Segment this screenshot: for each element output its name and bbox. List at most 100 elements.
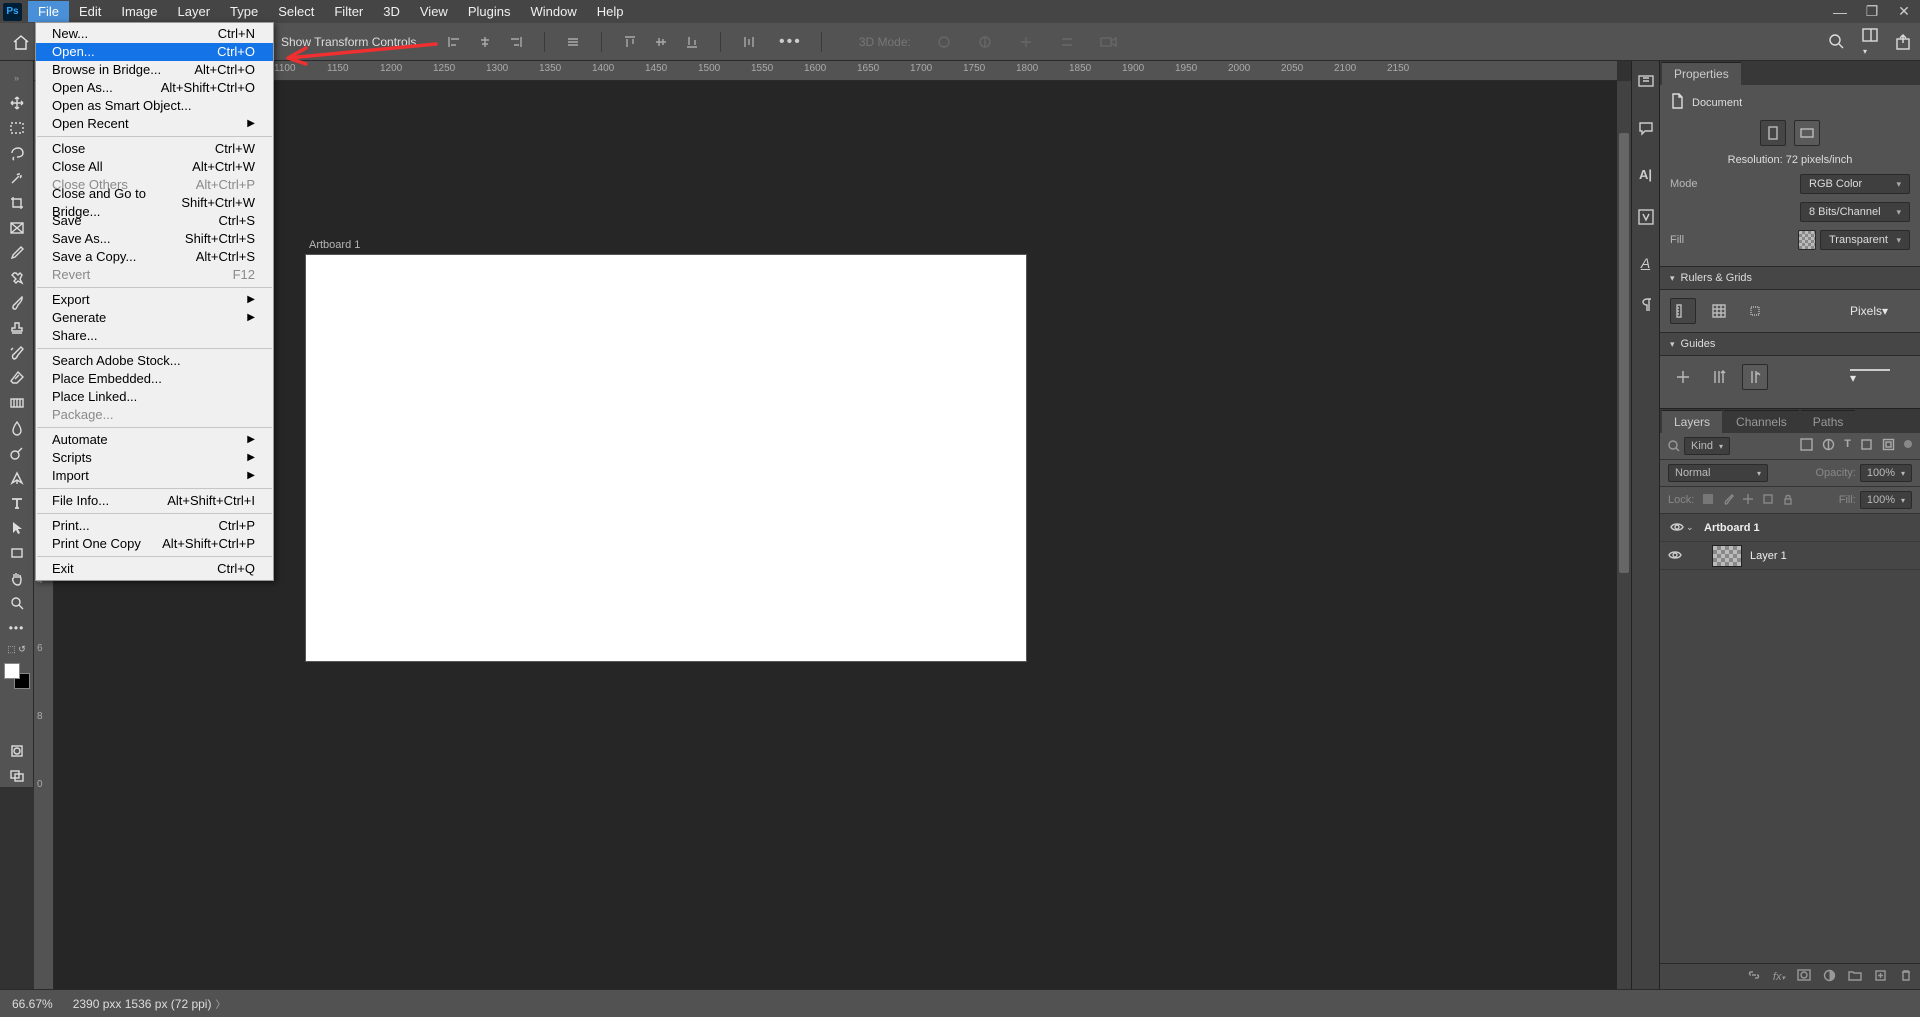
menu-help[interactable]: Help — [587, 1, 634, 22]
lock-brush-icon[interactable] — [1722, 493, 1734, 508]
artboard-label[interactable]: Artboard 1 — [309, 239, 360, 251]
paragraph-panel-icon[interactable] — [1638, 297, 1654, 316]
justify-icon[interactable] — [564, 33, 582, 51]
doc-dimensions[interactable]: 2390 pxx 1536 px (72 ppi) — [73, 997, 212, 1011]
crop-tool-icon[interactable] — [4, 192, 30, 214]
color-mode-select[interactable]: RGB Color▾ — [1800, 174, 1910, 194]
file-menu-share[interactable]: Share... — [36, 327, 273, 345]
visibility-icon[interactable] — [1668, 549, 1684, 563]
path-select-tool-icon[interactable] — [4, 517, 30, 539]
lock-pixels-icon[interactable] — [1702, 493, 1714, 508]
opacity-input[interactable]: 100%▾ — [1860, 464, 1912, 482]
pen-tool-icon[interactable] — [4, 467, 30, 489]
file-menu-save-a-copy[interactable]: Save a Copy...Alt+Ctrl+S — [36, 248, 273, 266]
lock-guides-button[interactable] — [1742, 364, 1768, 390]
menu-window[interactable]: Window — [520, 1, 586, 22]
foreground-background-colors[interactable] — [4, 663, 30, 689]
group-icon[interactable] — [1848, 969, 1862, 984]
artboard-canvas[interactable] — [306, 255, 1026, 661]
menu-file[interactable]: File — [28, 1, 69, 22]
tab-channels[interactable]: Channels — [1724, 410, 1799, 433]
lock-artboard-icon[interactable] — [1762, 493, 1774, 508]
lasso-tool-icon[interactable] — [4, 142, 30, 164]
brush-tool-icon[interactable] — [4, 292, 30, 314]
toggle-rulers-button[interactable] — [1670, 298, 1696, 324]
file-menu-close[interactable]: CloseCtrl+W — [36, 140, 273, 158]
file-menu-close-and-go-to-bridge[interactable]: Close and Go to Bridge...Shift+Ctrl+W — [36, 194, 273, 212]
menu-view[interactable]: View — [410, 1, 458, 22]
mask-icon[interactable] — [1797, 969, 1811, 984]
file-menu-print-one-copy[interactable]: Print One CopyAlt+Shift+Ctrl+P — [36, 535, 273, 553]
eraser-tool-icon[interactable] — [4, 367, 30, 389]
filter-adjust-icon[interactable] — [1822, 438, 1835, 454]
align-right-icon[interactable] — [507, 33, 525, 51]
rulers-grids-header[interactable]: ▾Rulers & Grids — [1660, 266, 1920, 290]
zoom-level[interactable]: 66.67% — [12, 997, 53, 1011]
blend-mode-select[interactable]: Normal▾ — [1668, 464, 1768, 482]
filter-toggle-icon[interactable] — [1904, 440, 1912, 448]
canvas-background[interactable]: Artboard 1 — [54, 81, 1617, 989]
file-menu-close-all[interactable]: Close AllAlt+Ctrl+W — [36, 158, 273, 176]
glyphs-panel-icon[interactable] — [1637, 208, 1655, 229]
align-bottom-icon[interactable] — [683, 33, 701, 51]
file-menu-generate[interactable]: Generate▶ — [36, 309, 273, 327]
file-menu-export[interactable]: Export▶ — [36, 291, 273, 309]
shape-tool-icon[interactable] — [4, 542, 30, 564]
menu-select[interactable]: Select — [268, 1, 324, 22]
file-menu-open[interactable]: Open...Ctrl+O — [36, 43, 273, 61]
filter-smart-icon[interactable] — [1882, 438, 1895, 454]
lock-all-icon[interactable] — [1782, 493, 1794, 508]
file-menu-place-embedded[interactable]: Place Embedded... — [36, 370, 273, 388]
file-menu-import[interactable]: Import▶ — [36, 467, 273, 485]
zoom-tool-icon[interactable] — [4, 592, 30, 614]
vertical-scrollbar[interactable] — [1617, 81, 1631, 989]
expand-grip-icon[interactable]: » — [4, 67, 30, 89]
character-styles-panel-icon[interactable]: A — [1641, 255, 1650, 271]
tab-layers[interactable]: Layers — [1662, 410, 1722, 433]
align-top-icon[interactable] — [621, 33, 639, 51]
bits-select[interactable]: 8 Bits/Channel▾ — [1800, 202, 1910, 222]
character-panel-icon[interactable]: A| — [1639, 167, 1652, 182]
type-tool-icon[interactable] — [4, 492, 30, 514]
minimize-icon[interactable]: — — [1824, 0, 1856, 23]
status-caret-icon[interactable]: 〉 — [215, 996, 225, 1011]
quick-mask-icon[interactable] — [4, 740, 30, 762]
link-layers-icon[interactable] — [1747, 969, 1761, 984]
menu-edit[interactable]: Edit — [69, 1, 111, 22]
adjustment-icon[interactable] — [1823, 969, 1836, 985]
menu-plugins[interactable]: Plugins — [458, 1, 521, 22]
layer-fill-input[interactable]: 100%▾ — [1860, 491, 1912, 509]
horizontal-ruler[interactable]: 9009501000105011001150120012501300135014… — [54, 61, 1617, 81]
wand-tool-icon[interactable] — [4, 167, 30, 189]
heal-tool-icon[interactable] — [4, 267, 30, 289]
marquee-tool-icon[interactable] — [4, 117, 30, 139]
maximize-icon[interactable]: ❐ — [1856, 0, 1888, 23]
layer-thumbnail[interactable] — [1712, 545, 1742, 567]
file-menu-open-as-smart-object[interactable]: Open as Smart Object... — [36, 97, 273, 115]
move-tool-icon[interactable] — [4, 92, 30, 114]
file-menu-search-adobe-stock[interactable]: Search Adobe Stock... — [36, 352, 273, 370]
more-tools-icon[interactable]: ••• — [4, 617, 30, 639]
file-menu-place-linked[interactable]: Place Linked... — [36, 388, 273, 406]
menu-type[interactable]: Type — [220, 1, 268, 22]
filter-shape-icon[interactable] — [1860, 438, 1873, 454]
frame-tool-icon[interactable] — [4, 217, 30, 239]
close-icon[interactable]: ✕ — [1888, 0, 1920, 23]
file-menu-open-as[interactable]: Open As...Alt+Shift+Ctrl+O — [36, 79, 273, 97]
lock-position-icon[interactable] — [1742, 493, 1754, 508]
search-icon[interactable] — [1828, 33, 1846, 51]
layer-row[interactable]: Layer 1 — [1660, 542, 1920, 570]
menu-layer[interactable]: Layer — [168, 1, 221, 22]
filter-type-icon[interactable]: T — [1844, 438, 1851, 454]
swap-colors-icon[interactable]: ⬚ ↺ — [4, 642, 30, 656]
history-brush-tool-icon[interactable] — [4, 342, 30, 364]
file-menu-exit[interactable]: ExitCtrl+Q — [36, 560, 273, 578]
align-vcenter-icon[interactable] — [652, 33, 670, 51]
learn-panel-icon[interactable] — [1637, 73, 1655, 94]
fill-select[interactable]: Transparent▾ — [1820, 230, 1910, 250]
filter-pixel-icon[interactable] — [1800, 438, 1813, 454]
more-options-icon[interactable]: ••• — [779, 33, 802, 51]
align-left-icon[interactable] — [445, 33, 463, 51]
guide-color-select[interactable]: ▾ — [1850, 369, 1910, 385]
menu-3d[interactable]: 3D — [373, 1, 410, 22]
